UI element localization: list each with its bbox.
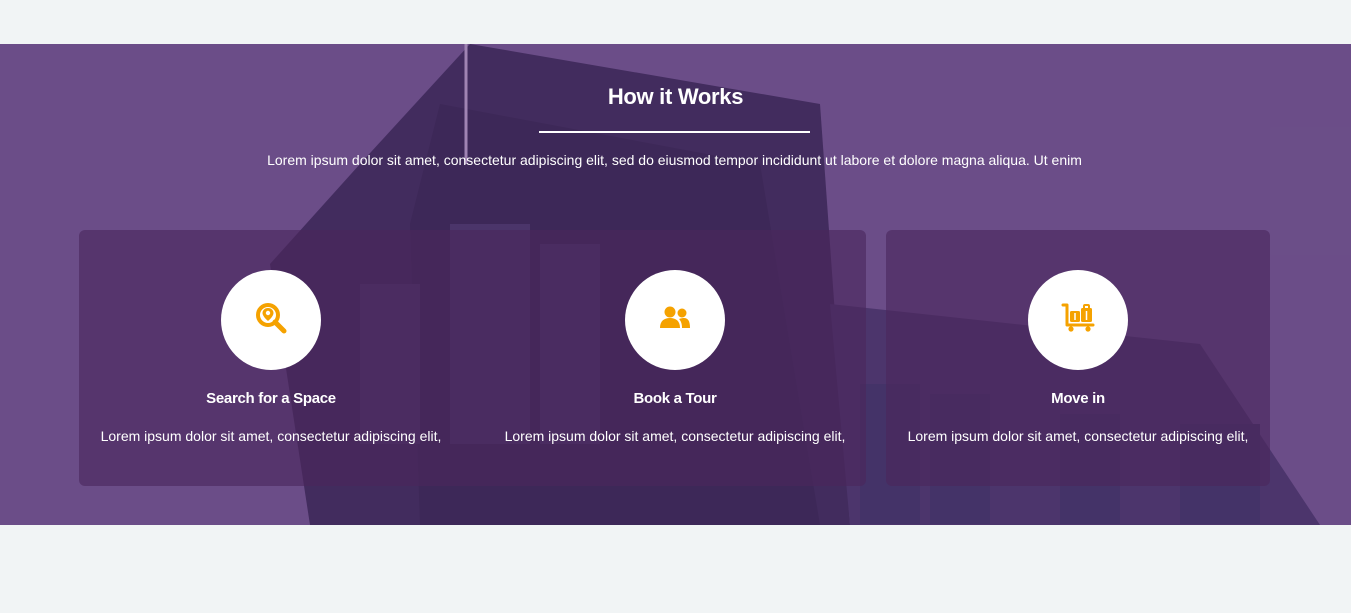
step-title: Move in bbox=[1051, 390, 1105, 407]
step-icon-circle bbox=[1028, 270, 1128, 370]
step-book-tour: Book a Tour Lorem ipsum dolor sit amet, … bbox=[483, 270, 867, 444]
step-description: Lorem ipsum dolor sit amet, consectetur … bbox=[100, 428, 442, 444]
step-icon-circle bbox=[625, 270, 725, 370]
search-location-icon bbox=[254, 301, 288, 340]
step-title: Book a Tour bbox=[633, 390, 717, 407]
luggage-cart-icon bbox=[1061, 303, 1095, 338]
step-title: Search for a Space bbox=[206, 390, 336, 407]
title-underline bbox=[539, 131, 810, 133]
users-icon bbox=[659, 305, 691, 336]
step-move-in: Move in Lorem ipsum dolor sit amet, cons… bbox=[886, 270, 1270, 444]
step-icon-circle bbox=[221, 270, 321, 370]
step-search-space: Search for a Space Lorem ipsum dolor sit… bbox=[79, 270, 463, 444]
how-it-works-section: How it Works Lorem ipsum dolor sit amet,… bbox=[0, 44, 1351, 525]
section-intro: Lorem ipsum dolor sit amet, consectetur … bbox=[267, 152, 1082, 168]
step-description: Lorem ipsum dolor sit amet, consectetur … bbox=[907, 428, 1249, 444]
section-title: How it Works bbox=[607, 84, 744, 109]
step-description: Lorem ipsum dolor sit amet, consectetur … bbox=[504, 428, 846, 444]
